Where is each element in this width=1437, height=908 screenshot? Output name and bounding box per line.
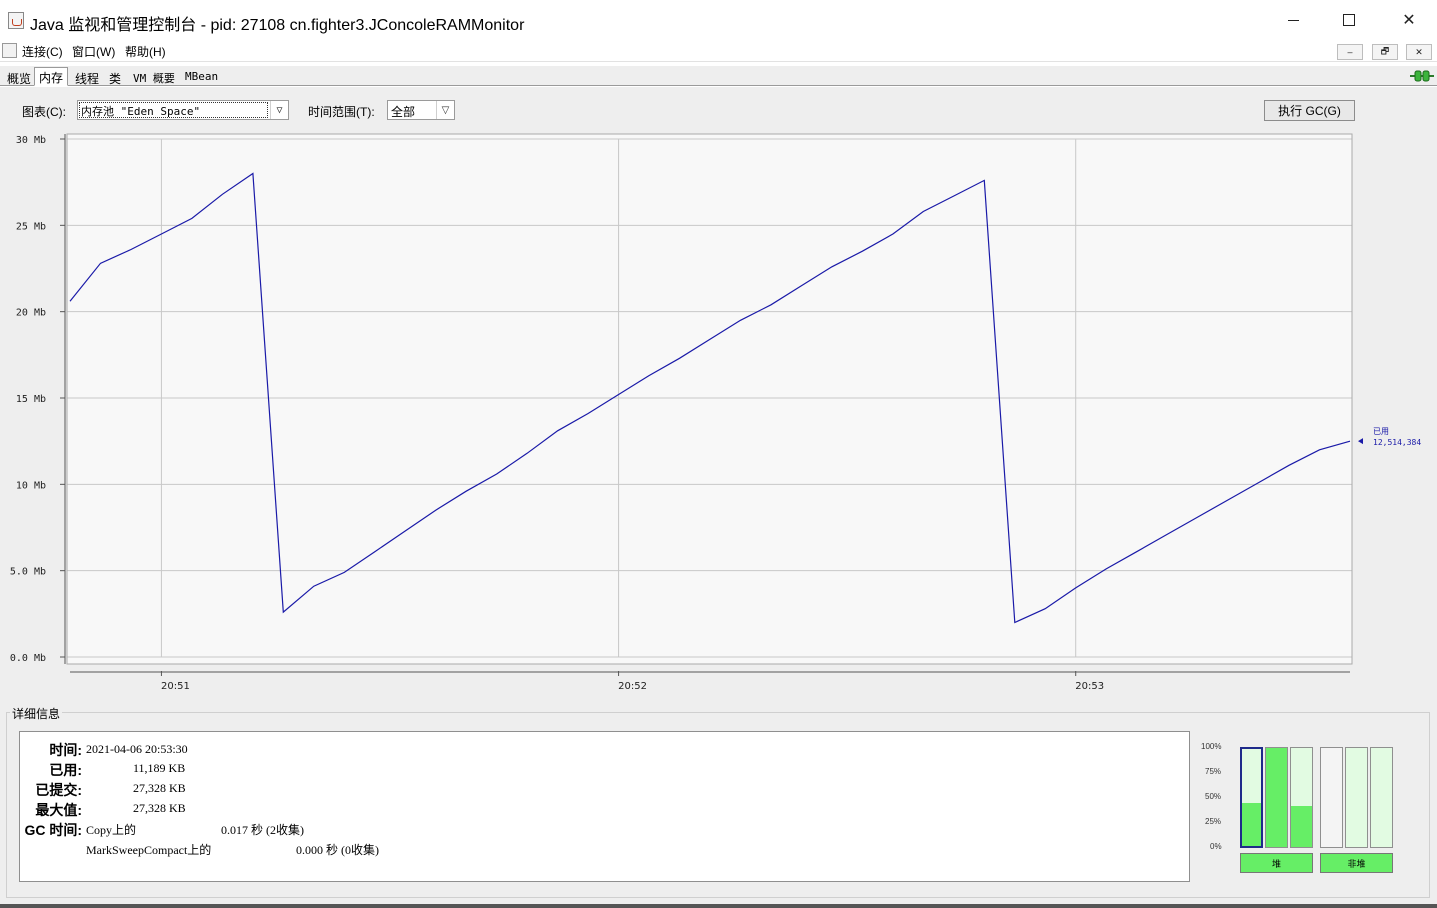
gc-name-marksweep: MarkSweepCompact上的 bbox=[86, 843, 212, 857]
range-label: 时间范围(T): bbox=[308, 105, 375, 119]
range-combo[interactable]: 全部 ▽ bbox=[387, 100, 455, 120]
java-icon bbox=[2, 43, 17, 58]
bar-scale-0: 0% bbox=[1210, 842, 1222, 851]
details-title: 详细信息 bbox=[10, 705, 63, 722]
bar-scale-50: 50% bbox=[1205, 792, 1222, 801]
bar-scale-25: 25% bbox=[1205, 817, 1222, 826]
maximize-button[interactable] bbox=[1320, 0, 1378, 40]
heap-pool-bar-used-fill bbox=[1266, 748, 1287, 847]
legend-series-value: 12,514,384 bbox=[1373, 438, 1421, 447]
nonheap-button[interactable]: 非堆 bbox=[1320, 853, 1393, 873]
x-tick-label: 20:51 bbox=[161, 681, 190, 692]
detail-label-used: 已用: bbox=[49, 762, 82, 778]
chart-label: 图表(C): bbox=[22, 105, 66, 119]
tab-classes[interactable]: 类 bbox=[104, 68, 126, 87]
y-tick-label: 20 Mb bbox=[16, 308, 46, 319]
gc-button-label: 执行 GC(G) bbox=[1278, 104, 1341, 118]
menu-connect[interactable]: 连接(C) bbox=[22, 43, 63, 60]
memory-chart: 0.0 Mb 5.0 Mb 10 Mb 15 Mb 20 Mb 25 Mb 30 Mb 20:… bbox=[10, 133, 1421, 692]
minimize-button[interactable] bbox=[1264, 0, 1322, 40]
heap-pool-bar[interactable] bbox=[1240, 747, 1263, 848]
y-tick-label: 25 Mb bbox=[16, 221, 46, 232]
minimize-icon: – bbox=[1347, 47, 1353, 57]
gc-name-copy: Copy上的 bbox=[86, 823, 137, 837]
y-tick-label: 0.0 Mb bbox=[10, 653, 46, 664]
range-combo-value: 全部 bbox=[391, 105, 416, 119]
y-tick-label: 15 Mb bbox=[16, 394, 46, 405]
menu-help[interactable]: 帮助(H) bbox=[125, 43, 166, 60]
menu-bar: 连接(C) 窗口(W) 帮助(H) bbox=[0, 40, 1437, 62]
heap-button[interactable]: 堆 bbox=[1240, 853, 1313, 873]
heap-pool-bar-used-fill bbox=[1242, 803, 1261, 846]
close-button[interactable]: ✕ bbox=[1380, 0, 1437, 40]
heap-pool-bar[interactable] bbox=[1265, 747, 1288, 848]
heap-pool-bar[interactable] bbox=[1290, 747, 1313, 848]
heap-label: 堆 bbox=[1271, 858, 1281, 869]
nonheap-pool-bar[interactable] bbox=[1370, 747, 1393, 848]
detail-label-time: 时间: bbox=[49, 742, 82, 758]
detail-value-time: 2021-04-06 20:53:30 bbox=[86, 742, 188, 756]
close-icon: ✕ bbox=[1415, 46, 1423, 57]
perform-gc-button[interactable]: 执行 GC(G) bbox=[1264, 100, 1355, 121]
gc-value-marksweep: 0.000 秒 (0收集) bbox=[296, 843, 379, 857]
chart-combo-value: 内存池 "Eden Space" bbox=[81, 105, 201, 118]
x-tick-label: 20:52 bbox=[618, 681, 647, 692]
plot-background bbox=[67, 134, 1352, 664]
tab-overview[interactable]: 概览 bbox=[2, 68, 36, 87]
bar-scale-75: 75% bbox=[1205, 767, 1222, 776]
tab-bar: 概览 内存 线程 类 VM 概要 MBean bbox=[0, 66, 1437, 86]
tab-vm-summary[interactable]: VM 概要 bbox=[128, 68, 180, 87]
menu-window[interactable]: 窗口(W) bbox=[72, 43, 115, 60]
series-marker-icon bbox=[1358, 438, 1363, 445]
restore-icon: 🗗 bbox=[1380, 46, 1390, 56]
detail-label-committed: 已提交: bbox=[35, 782, 82, 798]
minimize-icon bbox=[1287, 19, 1299, 21]
connection-status-icon bbox=[1410, 70, 1434, 82]
detail-value-max: 27,328 KB bbox=[133, 801, 186, 815]
chart-combo[interactable]: 内存池 "Eden Space" ▽ bbox=[77, 100, 289, 120]
mdi-minimize-button[interactable]: – bbox=[1337, 44, 1363, 60]
details-box: 时间: 2021-04-06 20:53:30 已用: 11,189 KB 已提… bbox=[19, 731, 1190, 882]
mdi-restore-button[interactable]: 🗗 bbox=[1372, 44, 1398, 60]
chevron-down-icon: ▽ bbox=[436, 101, 454, 119]
chevron-down-icon: ▽ bbox=[270, 101, 288, 119]
window-title: Java 监视和管理控制台 - pid: 27108 cn.fighter3.J… bbox=[30, 17, 525, 34]
gc-value-copy: 0.017 秒 (2收集) bbox=[221, 823, 304, 837]
x-tick-label: 20:53 bbox=[1075, 681, 1104, 692]
mdi-close-button[interactable]: ✕ bbox=[1406, 44, 1432, 60]
legend-series-name: 已用 bbox=[1373, 427, 1389, 436]
y-tick-label: 30 Mb bbox=[16, 135, 46, 146]
tab-threads[interactable]: 线程 bbox=[70, 68, 104, 87]
maximize-icon bbox=[1343, 14, 1355, 26]
y-tick-label: 10 Mb bbox=[16, 480, 46, 491]
detail-label-gc: GC 时间: bbox=[24, 822, 82, 838]
nonheap-label: 非堆 bbox=[1347, 858, 1366, 869]
nonheap-pool-bar[interactable] bbox=[1345, 747, 1368, 848]
nonheap-pool-bar[interactable] bbox=[1320, 747, 1343, 848]
bar-scale-100: 100% bbox=[1201, 742, 1222, 751]
title-bar: Java 监视和管理控制台 - pid: 27108 cn.fighter3.J… bbox=[0, 0, 1437, 40]
detail-label-max: 最大值: bbox=[35, 802, 82, 818]
close-icon: ✕ bbox=[1402, 12, 1416, 29]
tab-mbean[interactable]: MBean bbox=[180, 68, 223, 87]
window-bottom-edge bbox=[0, 904, 1437, 908]
tab-memory[interactable]: 内存 bbox=[34, 67, 69, 86]
heap-pool-bar-used-fill bbox=[1291, 806, 1312, 847]
y-tick-label: 5.0 Mb bbox=[10, 567, 46, 578]
detail-value-used: 11,189 KB bbox=[133, 761, 186, 775]
java-icon bbox=[8, 12, 24, 29]
detail-value-committed: 27,328 KB bbox=[133, 781, 186, 795]
